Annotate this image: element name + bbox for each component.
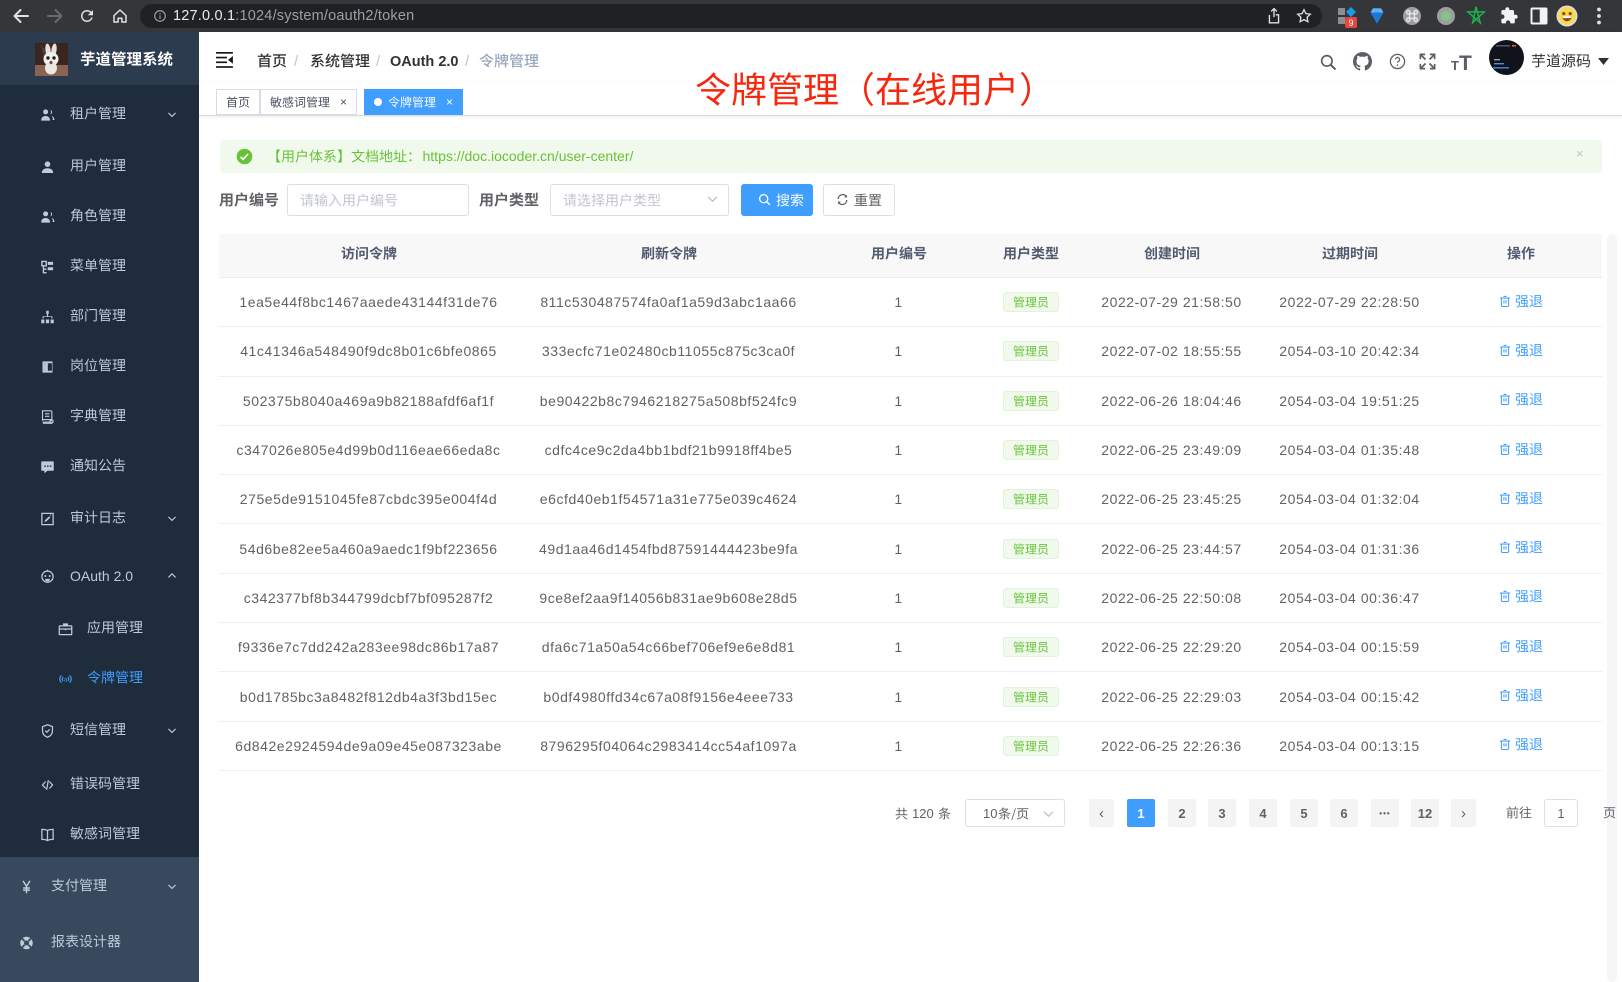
svg-text:9: 9: [1348, 18, 1353, 28]
svg-text:a: a: [64, 677, 68, 683]
